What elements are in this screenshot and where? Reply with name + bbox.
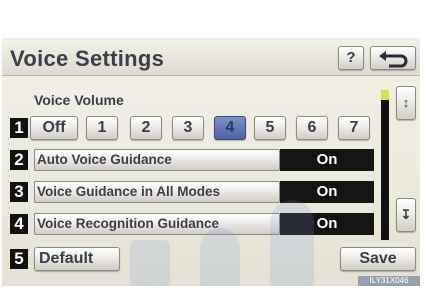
watermark-shape	[200, 228, 240, 286]
auto-voice-guidance-state: On	[280, 149, 374, 171]
help-button[interactable]: ?	[338, 46, 364, 70]
item-number-3: 3	[10, 182, 28, 202]
voice-guidance-all-modes-button[interactable]: Voice Guidance in All Modes	[34, 181, 280, 203]
item-number-2: 2	[10, 150, 28, 170]
item-number-5: 5	[10, 249, 28, 269]
page-title: Voice Settings	[10, 46, 165, 71]
scroll-up-button[interactable]: ↕	[396, 86, 416, 120]
auto-voice-guidance-button[interactable]: Auto Voice Guidance	[34, 149, 280, 171]
volume-6-button[interactable]: 6	[296, 116, 328, 140]
volume-off-button[interactable]: Off	[30, 116, 78, 140]
volume-3-button[interactable]: 3	[172, 116, 204, 140]
watermark-shape	[130, 240, 170, 286]
scroll-up-arrow-icon: ↕	[402, 95, 410, 110]
back-button[interactable]	[370, 46, 416, 70]
scrollbar-track[interactable]	[381, 90, 389, 240]
watermark-shape	[270, 200, 314, 286]
scrollbar-thumb[interactable]	[381, 90, 389, 100]
default-button[interactable]: Default	[34, 247, 120, 271]
scroll-down-button[interactable]: ↧	[396, 198, 416, 232]
image-code-label: ILY31X046	[358, 276, 420, 286]
volume-7-button[interactable]: 7	[338, 116, 370, 140]
return-arrow-icon	[379, 51, 408, 68]
item-number-1: 1	[10, 118, 28, 138]
item-number-4: 4	[10, 214, 28, 234]
volume-1-button[interactable]: 1	[86, 116, 118, 140]
volume-4-button-selected[interactable]: 4	[214, 116, 246, 140]
scroll-down-arrow-icon: ↧	[400, 207, 412, 222]
save-button[interactable]: Save	[340, 247, 416, 271]
voice-volume-label: Voice Volume	[34, 92, 124, 108]
volume-5-button[interactable]: 5	[254, 116, 286, 140]
volume-2-button[interactable]: 2	[130, 116, 162, 140]
voice-recognition-guidance-button[interactable]: Voice Recognition Guidance	[34, 213, 280, 235]
